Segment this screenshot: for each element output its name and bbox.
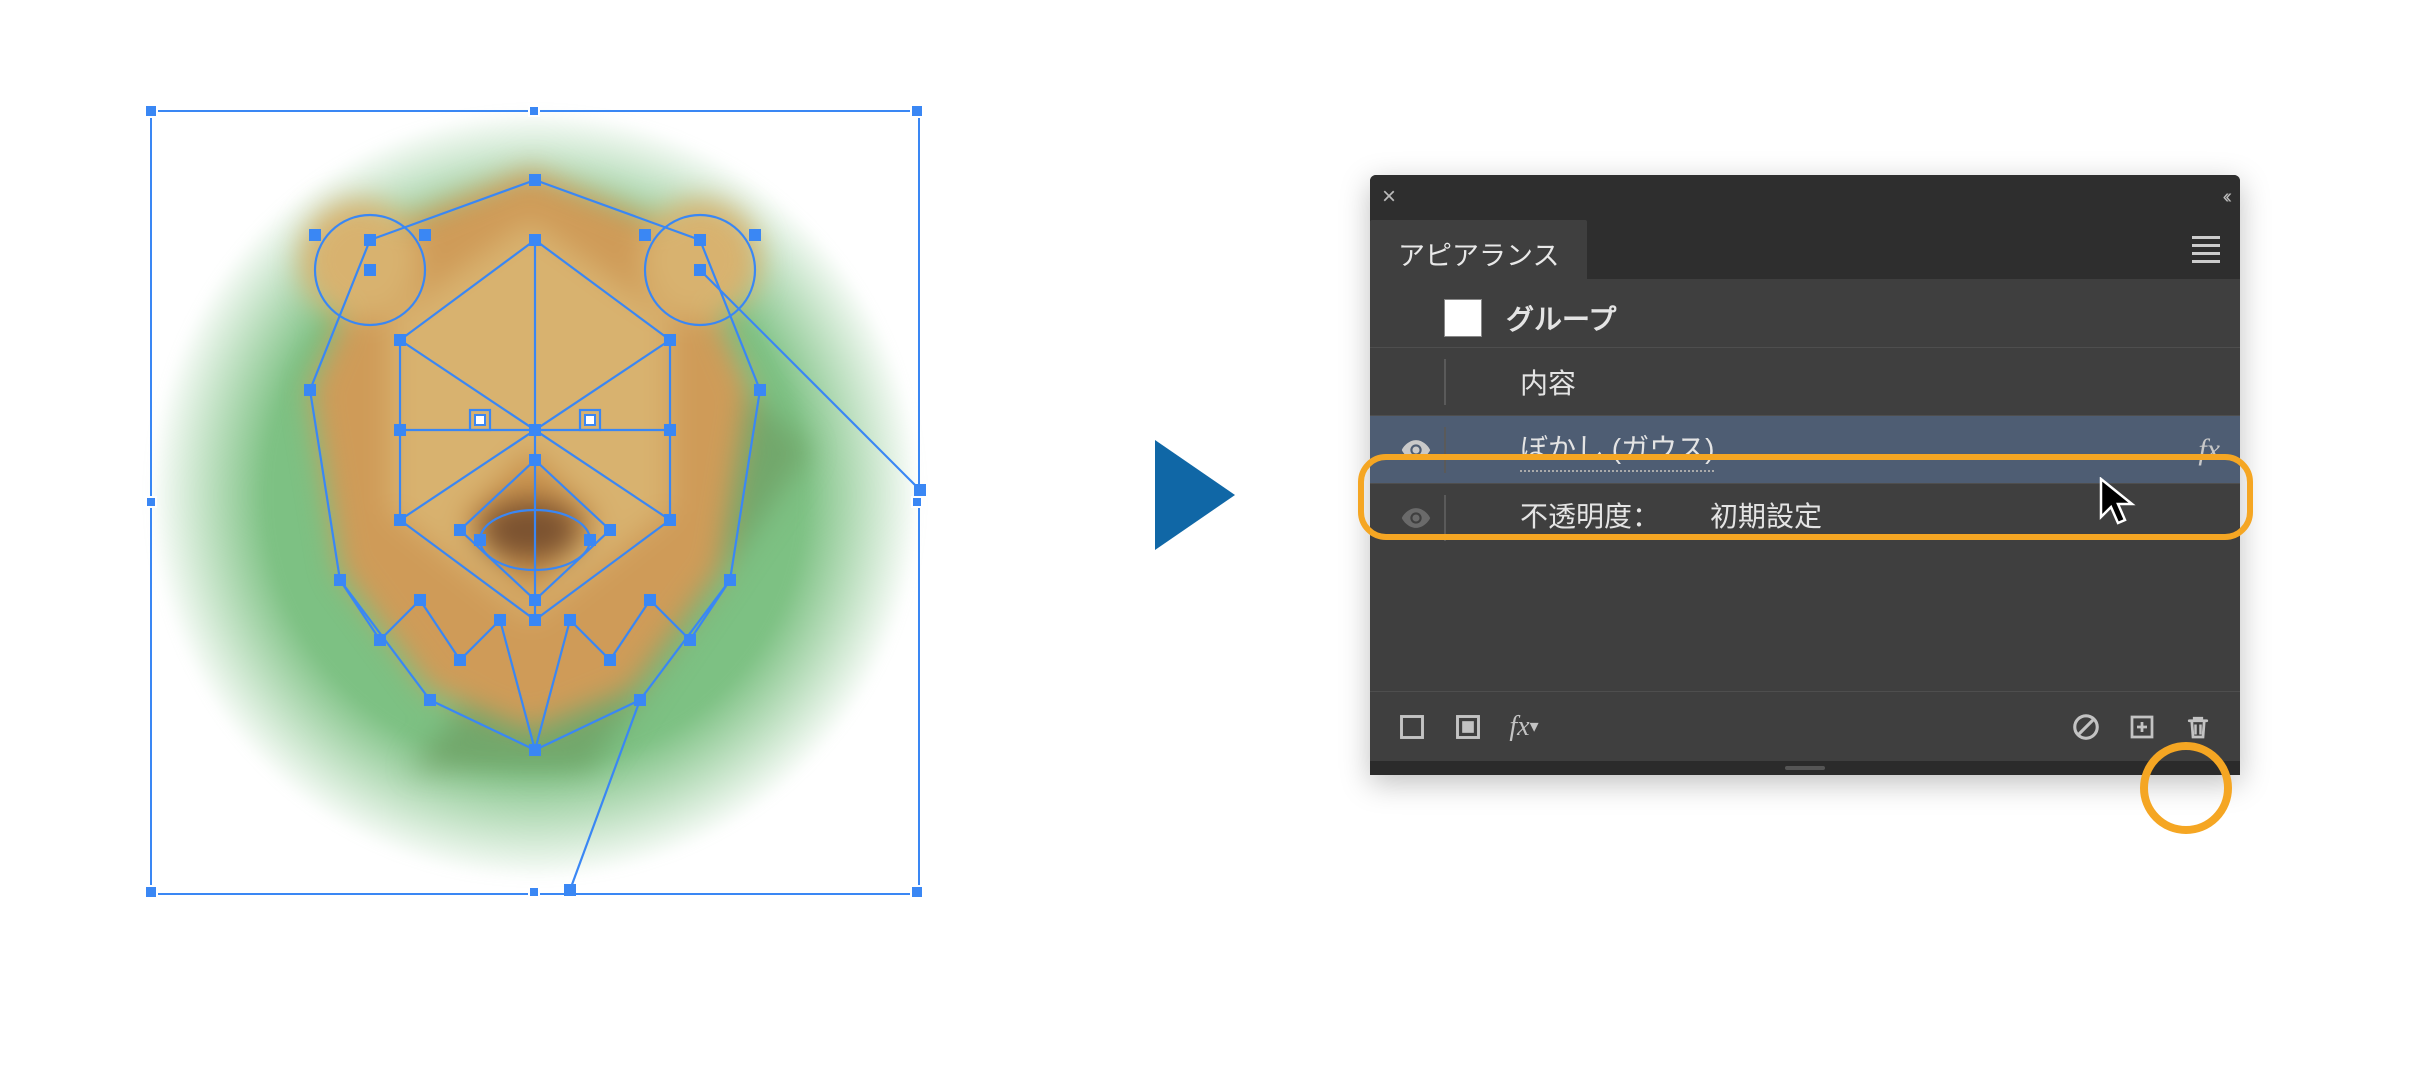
fx-icon: fx — [2198, 433, 2220, 467]
selection-bounding-box[interactable] — [150, 110, 920, 895]
row-contents-label: 内容 — [1520, 362, 1576, 402]
opacity-label: 不透明度： — [1520, 495, 1660, 540]
visibility-dim-icon[interactable] — [1399, 501, 1433, 535]
row-group[interactable]: グループ — [1370, 279, 2240, 347]
panel-menu-icon[interactable] — [2192, 236, 2226, 263]
panel-footer: fx▾ — [1370, 691, 2240, 761]
panel-titlebar[interactable]: × ‹‹ — [1370, 175, 2240, 219]
row-blur-label: ぼかし (ガウス) — [1520, 427, 1714, 472]
duplicate-item-icon[interactable] — [2126, 711, 2158, 743]
thumbnail-swatch — [1444, 299, 1482, 337]
row-opacity[interactable]: 不透明度： 初期設定 — [1370, 483, 2240, 551]
tab-appearance[interactable]: アピアランス — [1370, 220, 1587, 285]
new-fill-icon[interactable] — [1452, 711, 1484, 743]
delete-item-icon[interactable] — [2182, 711, 2214, 743]
panel-resize-handle[interactable] — [1370, 761, 2240, 775]
row-contents[interactable]: 内容 — [1370, 347, 2240, 415]
add-effect-icon[interactable]: fx▾ — [1508, 711, 1540, 743]
opacity-value[interactable]: 初期設定 — [1710, 495, 1822, 540]
arrow-icon — [1155, 440, 1235, 550]
collapse-icon[interactable]: ‹‹ — [2223, 186, 2228, 209]
visibility-on-icon[interactable] — [1399, 433, 1433, 467]
clear-appearance-icon[interactable] — [2070, 711, 2102, 743]
row-gaussian-blur[interactable]: ぼかし (ガウス) fx — [1370, 415, 2240, 483]
appearance-panel: × ‹‹ アピアランス グループ 内容 ぼかし — [1370, 175, 2240, 775]
canvas-artwork — [100, 60, 970, 930]
panel-tabs: アピアランス — [1370, 219, 2240, 279]
close-icon[interactable]: × — [1382, 185, 1396, 209]
new-stroke-icon[interactable] — [1396, 711, 1428, 743]
row-group-label: グループ — [1506, 298, 1616, 338]
